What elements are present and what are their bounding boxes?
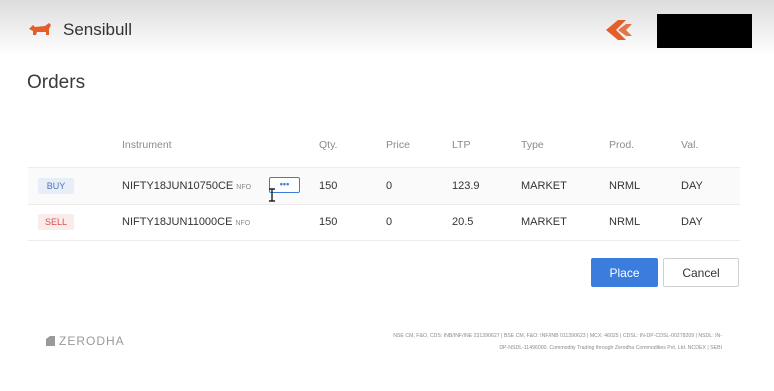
- disclaimer-line-2: DP-NSDL-11496000. Commodity Trading thro…: [499, 345, 722, 351]
- col-header-val: Val.: [681, 139, 699, 151]
- zerodha-logo-icon: [46, 336, 55, 346]
- user-account-box[interactable]: [657, 14, 752, 48]
- instrument-cell: NIFTY18JUN10750CE NFO: [122, 180, 251, 192]
- zerodha-logo[interactable]: ZERODHA: [46, 334, 125, 348]
- price-cell: 0: [386, 216, 393, 228]
- bull-logo-icon: [29, 23, 51, 35]
- instrument-name: NIFTY18JUN11000CE: [122, 216, 233, 228]
- col-header-qty: Qty.: [319, 139, 338, 151]
- ltp-cell: 20.5: [452, 216, 474, 228]
- val-cell: DAY: [681, 216, 703, 228]
- col-header-type: Type: [521, 139, 544, 151]
- prod-cell: NRML: [609, 216, 641, 228]
- qty-cell: 150: [319, 180, 338, 192]
- page: Sensibull Orders Instrument Qty. Price L…: [0, 0, 774, 391]
- exchange-label: NFO: [236, 184, 252, 191]
- col-header-prod: Prod.: [609, 139, 635, 151]
- val-cell: DAY: [681, 180, 703, 192]
- col-header-price: Price: [386, 139, 410, 151]
- zerodha-logo-text: ZERODHA: [59, 334, 125, 348]
- col-header-ltp: LTP: [452, 139, 471, 151]
- instrument-cell: NIFTY18JUN11000CE NFO: [122, 216, 250, 228]
- kite-logo-icon[interactable]: [604, 20, 634, 40]
- table-row[interactable]: SELL NIFTY18JUN11000CE NFO 150 0 20.5 MAR…: [28, 204, 740, 241]
- cancel-button[interactable]: Cancel: [663, 258, 739, 287]
- instrument-name: NIFTY18JUN10750CE: [122, 180, 234, 192]
- side-badge-buy: BUY: [38, 178, 74, 194]
- text-cursor-icon: [269, 188, 275, 202]
- prod-cell: NRML: [609, 180, 641, 192]
- brand[interactable]: Sensibull: [27, 20, 132, 40]
- page-title: Orders: [27, 72, 86, 93]
- price-cell: 0: [386, 180, 393, 192]
- brand-name: Sensibull: [63, 20, 132, 39]
- col-header-instrument: Instrument: [122, 139, 172, 151]
- type-cell: MARKET: [521, 180, 567, 192]
- table-row[interactable]: BUY NIFTY18JUN10750CE NFO ••• 150 0 123.9…: [28, 167, 740, 205]
- regulatory-disclaimer: NSE CM, F&O, CDS: INB/INF/INE 231390627 …: [262, 330, 722, 354]
- type-cell: MARKET: [521, 216, 567, 228]
- side-badge-sell: SELL: [38, 214, 74, 230]
- ltp-cell: 123.9: [452, 180, 480, 192]
- qty-cell: 150: [319, 216, 338, 228]
- exchange-label: NFO: [235, 220, 251, 227]
- disclaimer-line-1: NSE CM, F&O, CDS: INB/INF/INE 231390627 …: [393, 333, 722, 339]
- place-button[interactable]: Place: [591, 258, 658, 287]
